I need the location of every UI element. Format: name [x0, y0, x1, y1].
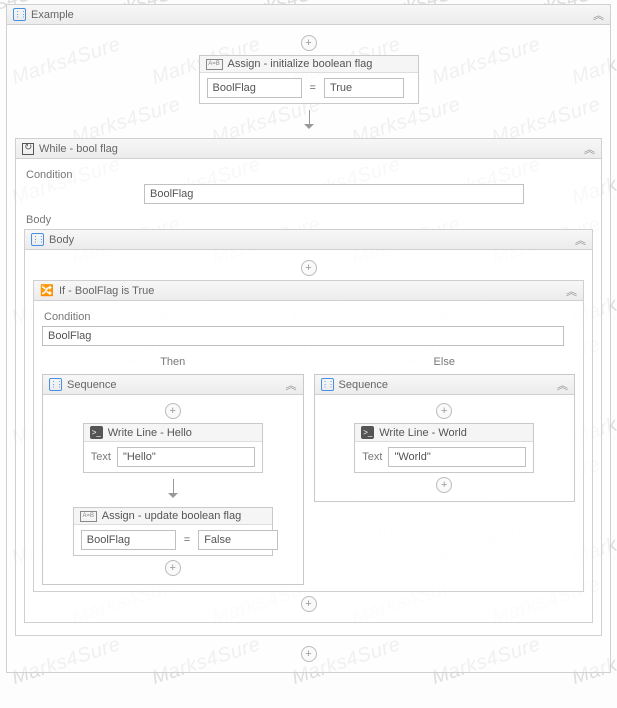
collapse-icon[interactable] [557, 377, 568, 393]
writeline-icon [361, 426, 374, 439]
assign-update-left-input[interactable] [81, 530, 176, 550]
assign-initialize-left-input[interactable] [207, 78, 302, 98]
body-sequence[interactable]: Body If - BoolFlag is True [24, 229, 593, 623]
if-activity[interactable]: If - BoolFlag is True Condition [33, 280, 584, 592]
if-condition-input[interactable] [42, 326, 564, 346]
assign-initialize-right-input[interactable] [324, 78, 404, 98]
add-activity-button[interactable] [436, 403, 452, 419]
then-label: Then [42, 356, 304, 368]
body-sequence-title: Body [49, 234, 570, 246]
add-activity-button[interactable] [165, 403, 181, 419]
then-sequence[interactable]: Sequence [42, 374, 304, 585]
writeline-icon [90, 426, 103, 439]
while-condition-input[interactable] [144, 184, 524, 204]
text-label: Text [362, 451, 382, 463]
assign-update-activity[interactable]: Assign - update boolean flag = [73, 507, 273, 556]
while-title: While - bool flag [39, 143, 579, 155]
add-activity-button[interactable] [301, 596, 317, 612]
writeline-world-header[interactable]: Write Line - World [355, 424, 533, 442]
writeline-hello-input[interactable] [117, 447, 255, 467]
text-label: Text [91, 451, 111, 463]
add-activity-button[interactable] [301, 35, 317, 51]
root-header[interactable]: Example [7, 5, 610, 25]
writeline-world-input[interactable] [388, 447, 526, 467]
collapse-icon[interactable] [584, 141, 595, 157]
condition-label: Condition [26, 169, 593, 181]
writeline-hello-activity[interactable]: Write Line - Hello Text [83, 423, 263, 473]
add-activity-button[interactable] [301, 260, 317, 276]
if-title: If - BoolFlag is True [59, 285, 561, 297]
collapse-icon[interactable] [575, 232, 586, 248]
writeline-world-activity[interactable]: Write Line - World Text [354, 423, 534, 473]
while-icon [22, 143, 34, 155]
assign-update-header[interactable]: Assign - update boolean flag [74, 508, 272, 525]
assign-initialize-header[interactable]: Assign - initialize boolean flag [200, 56, 418, 73]
then-sequence-header[interactable]: Sequence [43, 375, 303, 395]
while-header[interactable]: While - bool flag [16, 139, 601, 159]
body-sequence-header[interactable]: Body [25, 230, 592, 250]
if-condition-label: Condition [44, 311, 575, 323]
sequence-icon [13, 8, 26, 21]
then-sequence-title: Sequence [67, 379, 281, 391]
if-icon [40, 284, 54, 298]
while-activity[interactable]: While - bool flag Condition Body Body [15, 138, 602, 636]
assign-update-right-input[interactable] [198, 530, 278, 550]
assign-icon [206, 59, 223, 70]
assign-initialize-activity[interactable]: Assign - initialize boolean flag = [199, 55, 419, 104]
equals-sign: = [306, 82, 320, 94]
collapse-icon[interactable] [593, 7, 604, 23]
add-activity-button[interactable] [301, 646, 317, 662]
equals-sign: = [180, 534, 194, 546]
else-sequence-title: Sequence [339, 379, 553, 391]
else-label: Else [314, 356, 576, 368]
if-header[interactable]: If - BoolFlag is True [34, 281, 583, 301]
else-sequence-header[interactable]: Sequence [315, 375, 575, 395]
assign-update-title: Assign - update boolean flag [102, 510, 241, 522]
assign-initialize-title: Assign - initialize boolean flag [228, 58, 373, 70]
add-activity-button[interactable] [436, 477, 452, 493]
root-title: Example [31, 9, 588, 21]
sequence-icon [49, 378, 62, 391]
collapse-icon[interactable] [286, 377, 297, 393]
assign-icon [80, 511, 97, 522]
collapse-icon[interactable] [566, 283, 577, 299]
writeline-hello-title: Write Line - Hello [108, 427, 192, 439]
add-activity-button[interactable] [165, 560, 181, 576]
sequence-icon [321, 378, 334, 391]
else-sequence[interactable]: Sequence [314, 374, 576, 502]
sequence-icon [31, 233, 44, 246]
root-sequence[interactable]: Example Assign - initialize boolean flag… [6, 4, 611, 673]
body-label: Body [26, 214, 593, 226]
writeline-world-title: Write Line - World [379, 427, 467, 439]
writeline-hello-header[interactable]: Write Line - Hello [84, 424, 262, 442]
